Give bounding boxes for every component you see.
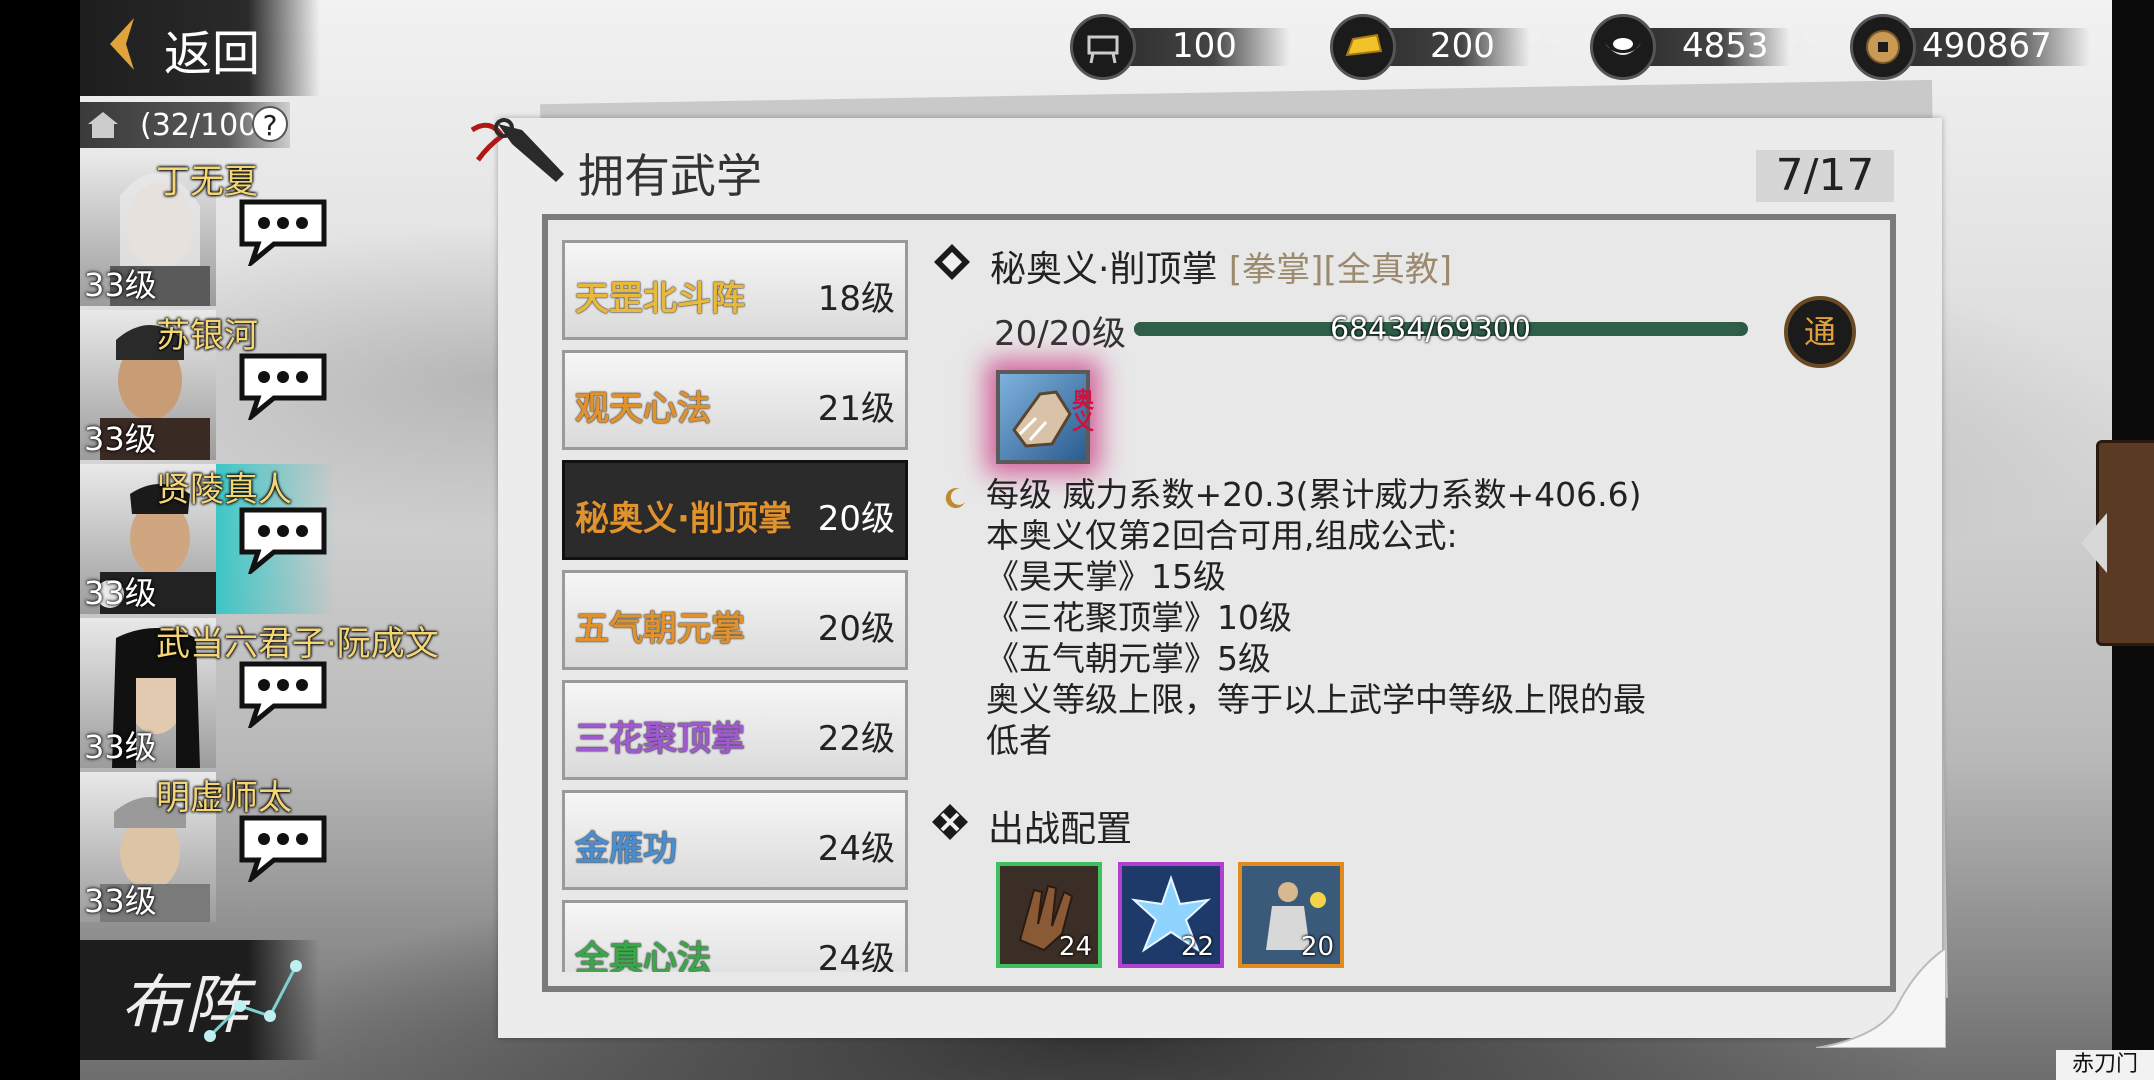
- desc-line: 《昊天掌》15级: [986, 557, 1226, 596]
- skill-name: 三花聚顶掌: [575, 719, 745, 759]
- loadout-label: 出战配置: [988, 809, 1133, 850]
- cart-icon: [1070, 14, 1136, 80]
- chat-bubble-icon[interactable]: [234, 656, 332, 728]
- hero-level: 33级: [84, 266, 157, 304]
- loadout-level: 24: [1058, 932, 1092, 962]
- resource-value: 200: [1430, 26, 1495, 66]
- capacity-text: (32/100: [140, 108, 258, 143]
- skill-detail-name: 秘奥义·削顶掌: [990, 249, 1218, 290]
- plus-icon[interactable]: [1526, 30, 1560, 64]
- skill-level: 18级: [817, 279, 895, 319]
- desc-line: 奥义等级上限，等于以上武学中等级上限的最: [986, 680, 1646, 719]
- copper-coin-icon: [1850, 14, 1916, 80]
- resource-gold[interactable]: 200: [1330, 14, 1558, 80]
- formation-button[interactable]: 布阵: [80, 940, 320, 1060]
- skill-item[interactable]: 观天心法 21级: [562, 350, 908, 450]
- resource-value: 4853: [1682, 26, 1769, 66]
- skill-item[interactable]: 金雁功 24级: [562, 790, 908, 890]
- skill-name: 天罡北斗阵: [575, 279, 745, 319]
- hero-card[interactable]: 33级 苏银河: [80, 310, 327, 460]
- skill-level-progress: 20/20级: [994, 314, 1126, 354]
- resource-silver[interactable]: 4853: [1590, 14, 1816, 80]
- resource-value: 100: [1172, 26, 1237, 66]
- resource-cart[interactable]: 100: [1070, 14, 1290, 80]
- skill-counter: 7/17: [1756, 150, 1894, 202]
- desc-line: 低者: [986, 721, 1052, 760]
- skill-level: 20级: [817, 609, 895, 649]
- skill-item[interactable]: 全真心法 24级: [562, 900, 908, 972]
- skill-name: 观天心法: [575, 389, 711, 429]
- skill-detail-title: 秘奥义·削顶掌 [拳掌][全真教]: [990, 240, 1452, 292]
- constellation-icon: [204, 960, 302, 1042]
- back-button[interactable]: 返回: [80, 0, 320, 96]
- loadout-level: 22: [1180, 932, 1214, 962]
- arrow-left-icon: [2081, 513, 2107, 573]
- hero-level: 33级: [84, 728, 157, 766]
- secret-art-badge: 奥义: [1068, 388, 1093, 432]
- hero-level: 33级: [84, 574, 157, 612]
- skill-item[interactable]: 天罡北斗阵 18级: [562, 240, 908, 340]
- crescent-icon: [945, 488, 965, 509]
- loadout-card[interactable]: 20: [1238, 862, 1344, 968]
- mastery-seal-button[interactable]: 通: [1784, 296, 1856, 368]
- hero-level: 33级: [84, 882, 157, 920]
- hero-card-selected[interactable]: 33级 贤陵真人: [80, 464, 336, 614]
- skill-name: 秘奥义·削顶掌: [575, 499, 792, 539]
- page-curl: [1816, 948, 1946, 1048]
- help-icon[interactable]: ?: [252, 106, 288, 142]
- skill-sect-tag: [全真教]: [1323, 250, 1452, 290]
- sect-label: 赤刀门: [2056, 1050, 2154, 1080]
- skill-type-tag: [拳掌]: [1228, 250, 1324, 290]
- desc-line: 本奥义仅第2回合可用,组成公式:: [986, 516, 1458, 555]
- skill-description: 每级 威力系数+20.3(累计威力系数+406.6) 本奥义仅第2回合可用,组成…: [986, 474, 1746, 761]
- hero-card[interactable]: 33级 明虚师太: [80, 772, 327, 922]
- desc-line: 《三花聚顶掌》10级: [986, 598, 1292, 637]
- skill-name: 五气朝元掌: [575, 609, 745, 649]
- hero-level: 33级: [84, 420, 157, 458]
- skill-level: 24级: [817, 829, 895, 869]
- chat-bubble-icon[interactable]: [234, 194, 332, 266]
- crossed-swords-icon: [932, 804, 968, 840]
- resource-value: 490867: [1922, 26, 2052, 66]
- xp-text: 68434/69300: [1330, 312, 1531, 347]
- skill-item[interactable]: 三花聚顶掌 22级: [562, 680, 908, 780]
- skill-name: 全真心法: [575, 939, 711, 972]
- chat-bubble-icon[interactable]: [234, 348, 332, 420]
- desc-line: 每级 威力系数+20.3(累计威力系数+406.6): [986, 475, 1642, 514]
- back-label: 返回: [164, 26, 261, 82]
- roster-capacity: (32/100 ?: [80, 102, 290, 148]
- loadout-level: 20: [1300, 932, 1334, 962]
- resource-copper[interactable]: 490867: [1850, 14, 2090, 80]
- hero-card[interactable]: 33级 丁无夏: [80, 156, 327, 306]
- plus-icon[interactable]: [1784, 30, 1818, 64]
- house-icon: [88, 112, 118, 138]
- silver-ingot-icon: [1590, 14, 1656, 80]
- chat-bubble-icon[interactable]: [234, 810, 332, 882]
- loadout-card[interactable]: 24: [996, 862, 1102, 968]
- hero-card[interactable]: 33级 武当六君子·阮成文: [80, 618, 439, 768]
- panel-title: 拥有武学: [578, 149, 762, 203]
- skill-level: 24级: [817, 939, 895, 972]
- loadout-card[interactable]: 22: [1118, 862, 1224, 968]
- skill-item-selected[interactable]: 秘奥义·削顶掌 20级: [562, 460, 908, 560]
- diamond-bullet-icon: [934, 244, 970, 280]
- skill-list[interactable]: 天罡北斗阵 18级 观天心法 21级 秘奥义·削顶掌 20级 五气朝元掌 20级…: [556, 232, 916, 972]
- chat-bubble-icon[interactable]: [234, 502, 332, 574]
- skill-level: 22级: [817, 719, 895, 759]
- left-letterbox: [0, 0, 80, 1080]
- side-expand-tab[interactable]: [2081, 440, 2154, 646]
- chevron-left-icon: [110, 18, 134, 70]
- desc-line: 《五气朝元掌》5级: [986, 639, 1271, 678]
- skill-item[interactable]: 五气朝元掌 20级: [562, 570, 908, 670]
- dart-icon: [470, 118, 564, 182]
- skill-name: 金雁功: [575, 829, 677, 869]
- skill-level: 21级: [817, 389, 895, 429]
- gold-ingot-icon: [1330, 14, 1396, 80]
- skill-level: 20级: [817, 499, 895, 539]
- skill-icon: 奥义: [988, 362, 1098, 472]
